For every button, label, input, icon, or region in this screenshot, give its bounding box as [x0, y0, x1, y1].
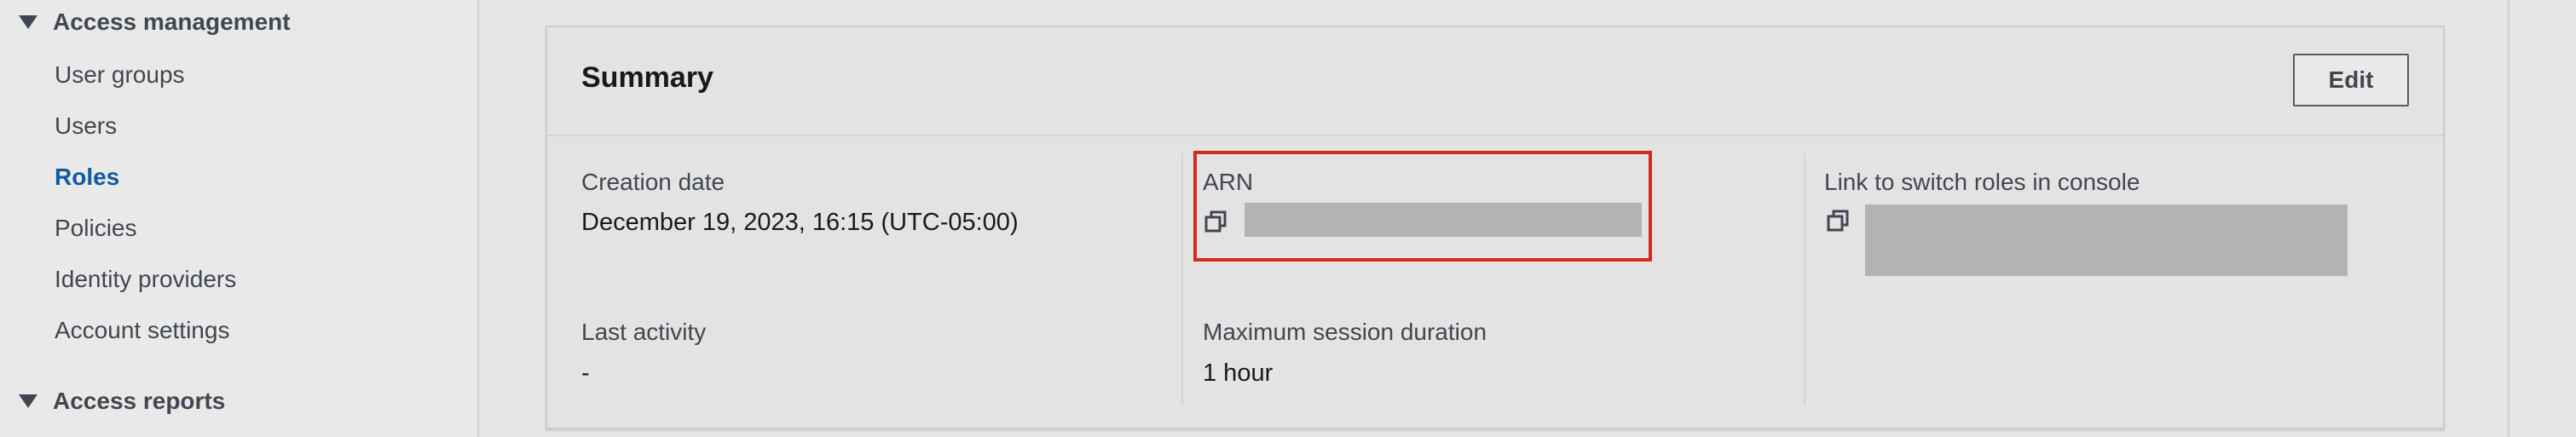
- highlight-box: [1193, 151, 1652, 262]
- copy-icon[interactable]: [1826, 209, 1850, 233]
- creation-date-label: Creation date: [581, 169, 725, 195]
- sidebar-item-users[interactable]: Users: [55, 112, 117, 140]
- switch-roles-link-label: Link to switch roles in console: [1824, 169, 2140, 195]
- right-gutter: [2508, 0, 2576, 437]
- nav-section-label: Access reports: [53, 388, 226, 414]
- last-activity-label: Last activity: [581, 319, 707, 345]
- column-divider: [1804, 153, 1805, 405]
- summary-panel: Summary Edit Creation date December 19, …: [546, 26, 2445, 429]
- column-divider: [1181, 153, 1183, 405]
- max-session-value: 1 hour: [1203, 359, 1274, 387]
- edit-button[interactable]: Edit: [2293, 54, 2409, 106]
- sidebar-item-identity-providers[interactable]: Identity providers: [55, 266, 236, 293]
- nav-section-access-management[interactable]: Access management: [19, 9, 291, 36]
- creation-date-value: December 19, 2023, 16:15 (UTC-05:00): [581, 209, 1019, 236]
- switch-roles-link-redacted[interactable]: [1865, 204, 2348, 276]
- summary-header: Summary Edit: [547, 27, 2443, 136]
- sidebar-item-account-settings[interactable]: Account settings: [55, 317, 229, 344]
- caret-down-icon: [19, 394, 38, 408]
- summary-title: Summary: [581, 61, 713, 94]
- sidebar-item-policies[interactable]: Policies: [55, 215, 136, 242]
- sidebar-item-user-groups[interactable]: User groups: [55, 61, 185, 89]
- nav-section-label: Access management: [53, 9, 291, 35]
- max-session-label: Maximum session duration: [1203, 319, 1487, 345]
- last-activity-value: -: [581, 359, 590, 387]
- sidebar-item-roles[interactable]: Roles: [55, 164, 119, 191]
- sidebar: Access management User groups Users Role…: [0, 0, 479, 437]
- nav-section-access-reports[interactable]: Access reports: [19, 388, 225, 415]
- caret-down-icon: [19, 15, 38, 29]
